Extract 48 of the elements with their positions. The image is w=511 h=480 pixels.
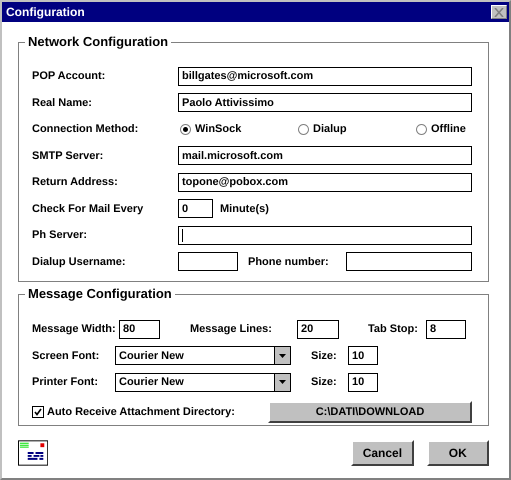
field-label: Dialup Username: — [32, 256, 127, 268]
field-label: Check For Mail Every — [32, 202, 144, 215]
ok-button[interactable]: OK — [426, 440, 489, 466]
close-button[interactable] — [491, 5, 507, 19]
field-label: POP Account: — [32, 70, 106, 82]
input-field[interactable]: 10 — [348, 346, 378, 366]
group-title: Network Configuration — [25, 34, 172, 50]
directory-button[interactable]: C:\DATI\DOWNLOAD — [268, 401, 472, 423]
input-field[interactable]: 20 — [297, 320, 339, 339]
cancel-button[interactable]: Cancel — [351, 440, 414, 466]
window-title: Configuration — [6, 5, 85, 19]
input-field[interactable] — [178, 252, 238, 272]
input-field[interactable]: billgates@microsoft.com — [178, 66, 472, 86]
input-field[interactable]: 10 — [348, 372, 378, 392]
field-label: Ph Server: — [32, 229, 88, 242]
field-label: Message Lines: — [190, 323, 273, 336]
field-label: Connection Method: — [32, 123, 140, 136]
field-label: Screen Font: — [32, 350, 100, 362]
field-label: Size: — [311, 376, 338, 388]
font-dropdown[interactable]: Courier New — [115, 372, 291, 392]
field-label: SMTP Server: — [32, 150, 104, 162]
input-field[interactable]: topone@pobox.com — [178, 172, 472, 192]
input-field[interactable]: 0 — [178, 199, 213, 218]
checkbox[interactable] — [32, 406, 44, 418]
field-label: Real Name: — [32, 96, 93, 109]
field-label: Phone number: — [248, 256, 330, 268]
font-dropdown[interactable]: Courier New — [115, 346, 291, 366]
input-field[interactable] — [178, 226, 472, 245]
down-arrow-icon — [279, 354, 286, 358]
field-label: Message Width: — [32, 323, 117, 336]
field-label: Return Address: — [32, 176, 119, 188]
letter-icon — [18, 440, 48, 466]
input-field[interactable]: 8 — [426, 320, 466, 339]
radio-button[interactable]: Dialup — [298, 123, 416, 136]
field-label: Size: — [311, 350, 338, 362]
radio-button[interactable]: Offline — [416, 123, 466, 136]
down-arrow-icon — [279, 380, 286, 384]
input-field[interactable] — [346, 252, 472, 272]
radio-button[interactable]: WinSock — [180, 123, 298, 136]
close-icon — [494, 8, 504, 16]
field-label: Printer Font: — [32, 376, 99, 388]
unit-label: Minute(s) — [220, 202, 269, 215]
input-field[interactable]: 80 — [119, 320, 160, 339]
field-label: Tab Stop: — [368, 323, 419, 336]
group-title: Message Configuration — [25, 286, 175, 302]
checkbox-label: Auto Receive Attachment Directory: — [47, 406, 236, 418]
input-field[interactable]: mail.microsoft.com — [178, 146, 472, 166]
input-field[interactable]: Paolo Attivissimo — [178, 93, 472, 112]
